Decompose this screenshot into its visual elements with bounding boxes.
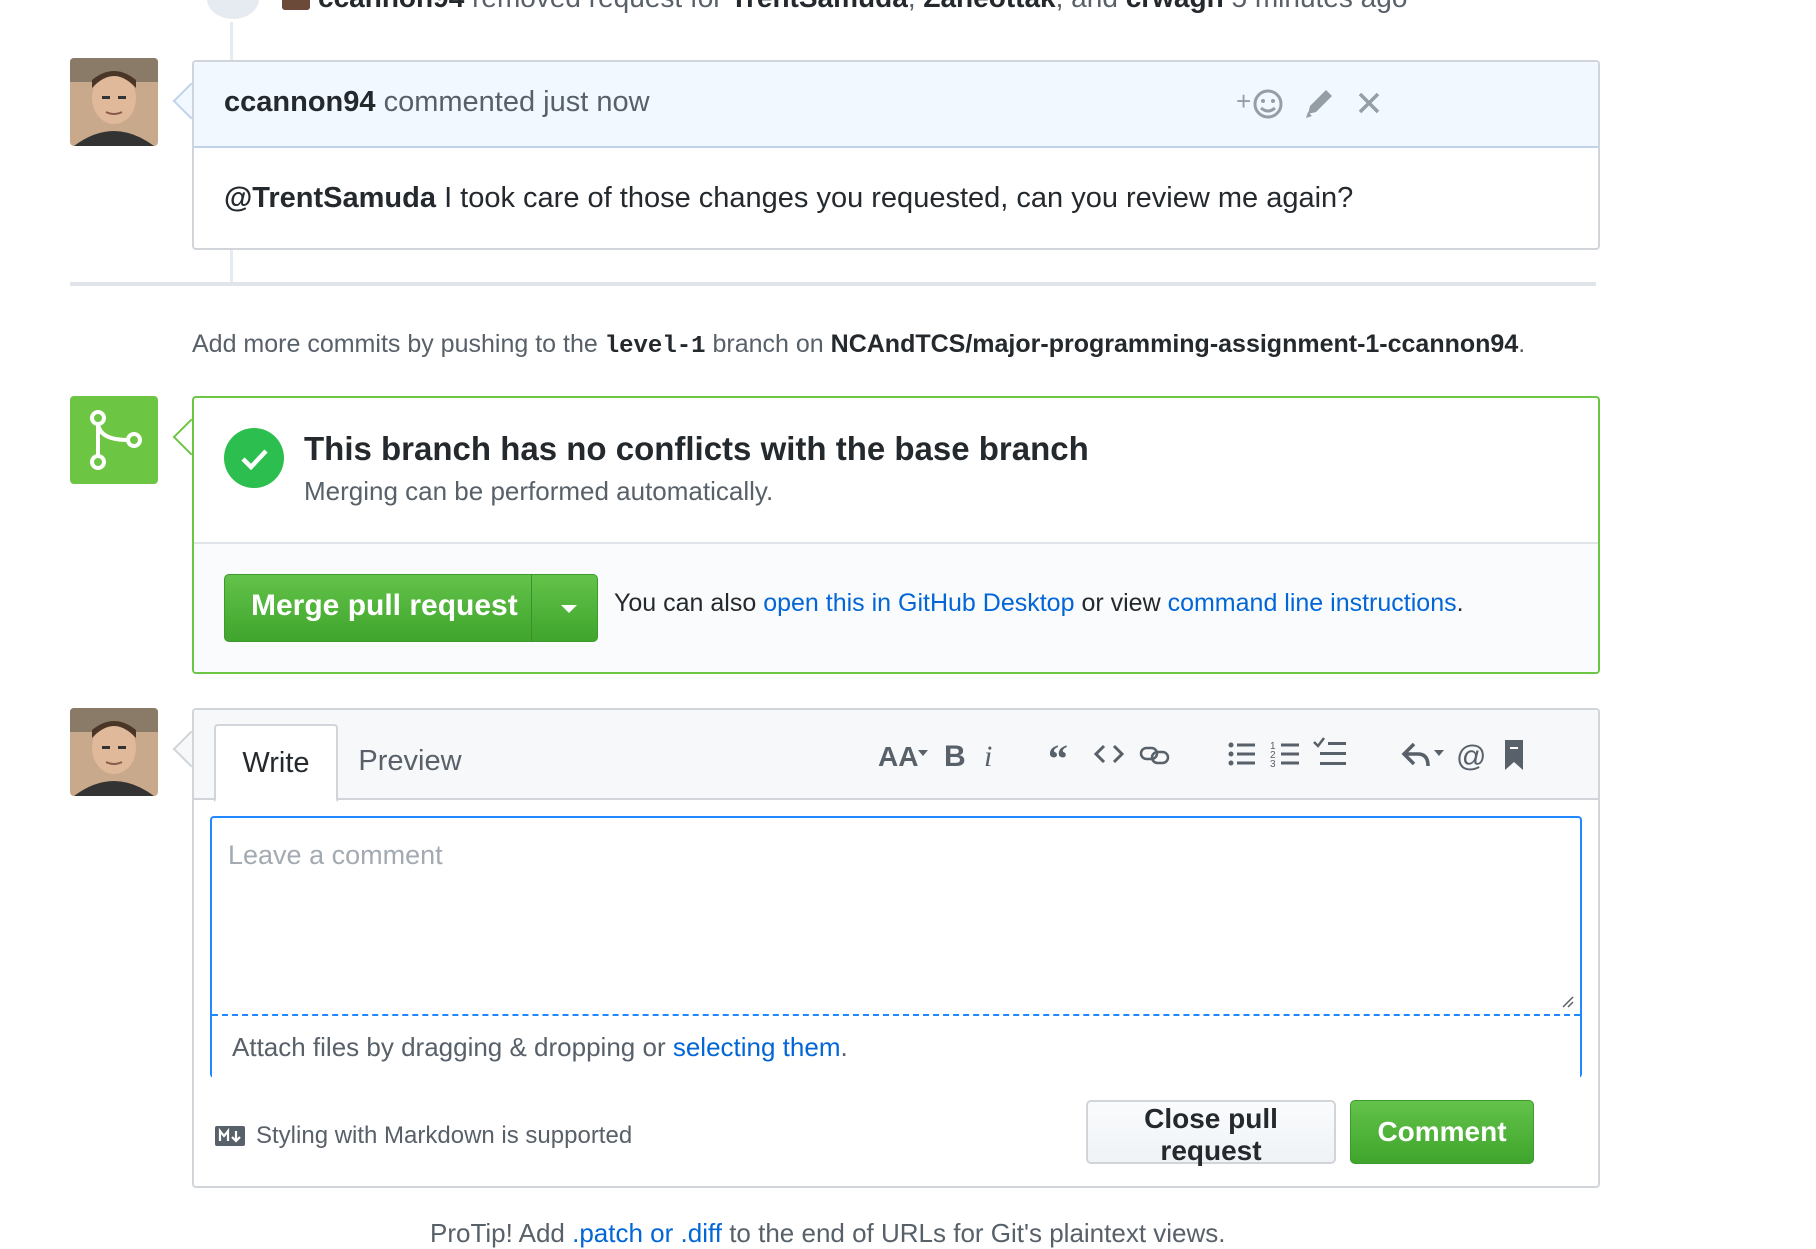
button-separator bbox=[531, 575, 532, 641]
current-user-avatar[interactable] bbox=[70, 708, 158, 796]
push-hint: Add more commits by pushing to the level… bbox=[192, 330, 1526, 360]
comment-meta: ccannon94 commented just now bbox=[224, 86, 650, 119]
close-icon[interactable] bbox=[1354, 82, 1384, 133]
svg-text:i: i bbox=[984, 740, 992, 773]
bookmark-icon[interactable] bbox=[1500, 734, 1528, 774]
resize-handle-icon[interactable] bbox=[1560, 994, 1574, 1008]
add-reaction-icon[interactable]: + bbox=[1236, 82, 1284, 133]
timeline-event-icon bbox=[204, 0, 262, 22]
bold-icon[interactable]: B bbox=[940, 734, 970, 774]
event-reviewer[interactable]: crwagn bbox=[1126, 0, 1224, 13]
merge-status: This branch has no conflicts with the ba… bbox=[194, 398, 1598, 544]
user-mention[interactable]: @TrentSamuda bbox=[224, 182, 436, 214]
comment-header: ccannon94 commented just now + bbox=[194, 62, 1598, 148]
svg-text:B: B bbox=[944, 740, 966, 773]
open-in-desktop-link[interactable]: open this in GitHub Desktop bbox=[763, 589, 1074, 617]
mention-icon[interactable]: @ bbox=[1456, 734, 1488, 774]
numbered-list-icon[interactable]: 123 bbox=[1270, 734, 1302, 774]
timeline-line bbox=[230, 248, 233, 282]
quote-icon[interactable]: “ bbox=[1048, 734, 1080, 781]
svg-text:“: “ bbox=[1048, 736, 1068, 774]
svg-text:@: @ bbox=[1456, 740, 1486, 773]
file-drop-zone[interactable]: Attach files by dragging & dropping or s… bbox=[212, 1014, 1580, 1078]
timeline-event-text: ccannon94 removed request for TrentSamud… bbox=[318, 0, 1407, 14]
task-list-icon[interactable] bbox=[1312, 734, 1348, 774]
comment-textarea[interactable] bbox=[212, 818, 1580, 1014]
new-comment-form: Write Preview AA B i “ 123 @ Leave a com… bbox=[192, 708, 1600, 1188]
merge-status-subtitle: Merging can be performed automatically. bbox=[304, 476, 774, 506]
comment-timestamp[interactable]: commented just now bbox=[384, 86, 650, 118]
protip-text: ProTip! Add .patch or .diff to the end o… bbox=[430, 1218, 1226, 1248]
comment-tabnav: Write Preview AA B i “ 123 @ bbox=[194, 710, 1598, 802]
event-reviewer[interactable]: Zaneottak bbox=[923, 0, 1055, 13]
comment-button[interactable]: Comment bbox=[1350, 1100, 1534, 1164]
repo-name: NCAndTCS/major-programming-assignment-1-… bbox=[830, 330, 1519, 358]
text-size-icon[interactable]: AA bbox=[876, 734, 932, 774]
reply-icon[interactable] bbox=[1400, 734, 1448, 774]
pencil-icon[interactable] bbox=[1302, 82, 1336, 133]
comment-author[interactable]: ccannon94 bbox=[224, 86, 376, 118]
svg-text:3: 3 bbox=[1270, 759, 1276, 770]
protip-link[interactable]: .patch or .diff bbox=[572, 1218, 722, 1248]
merge-options-caret-icon[interactable] bbox=[561, 605, 577, 613]
attach-files-text: Attach files by dragging & dropping or s… bbox=[232, 1032, 848, 1062]
svg-text:AA: AA bbox=[878, 741, 918, 772]
event-actor[interactable]: ccannon94 bbox=[318, 0, 464, 13]
link-icon[interactable] bbox=[1138, 734, 1172, 774]
event-actor-avatar[interactable] bbox=[282, 0, 310, 10]
comment-editor: Attach files by dragging & dropping or s… bbox=[210, 816, 1582, 1078]
timeline-comment: ccannon94 commented just now + @TrentSam… bbox=[192, 60, 1600, 250]
merge-status-title: This branch has no conflicts with the ba… bbox=[304, 430, 1089, 467]
tab-write[interactable]: Write bbox=[214, 724, 338, 802]
comment-author-avatar[interactable] bbox=[70, 58, 158, 146]
merge-button-label: Merge pull request bbox=[251, 589, 518, 622]
italic-icon[interactable]: i bbox=[978, 734, 1002, 774]
markdown-icon bbox=[215, 1126, 245, 1146]
timeline-divider bbox=[70, 282, 1596, 286]
merge-box: This branch has no conflicts with the ba… bbox=[192, 396, 1600, 674]
markdown-note[interactable]: Styling with Markdown is supported bbox=[214, 1122, 632, 1150]
check-circle-icon bbox=[224, 428, 284, 488]
merge-alternatives: You can also open this in GitHub Desktop… bbox=[614, 589, 1464, 617]
merge-actions: Merge pull request You can also open thi… bbox=[194, 544, 1598, 672]
command-line-instructions-link[interactable]: command line instructions bbox=[1168, 589, 1457, 617]
close-pull-request-button[interactable]: Close pull request bbox=[1086, 1100, 1336, 1166]
svg-text:+: + bbox=[1236, 86, 1251, 116]
select-files-link[interactable]: selecting them bbox=[673, 1032, 841, 1062]
branch-name: level-1 bbox=[604, 333, 706, 360]
comment-body: @TrentSamuda I took care of those change… bbox=[224, 182, 1354, 214]
event-reviewer[interactable]: TrentSamuda bbox=[730, 0, 907, 13]
tab-preview[interactable]: Preview bbox=[350, 724, 470, 798]
git-merge-icon bbox=[70, 396, 158, 484]
bullet-list-icon[interactable] bbox=[1226, 734, 1258, 774]
code-icon[interactable] bbox=[1092, 734, 1126, 774]
merge-pull-request-button[interactable]: Merge pull request bbox=[224, 574, 598, 642]
